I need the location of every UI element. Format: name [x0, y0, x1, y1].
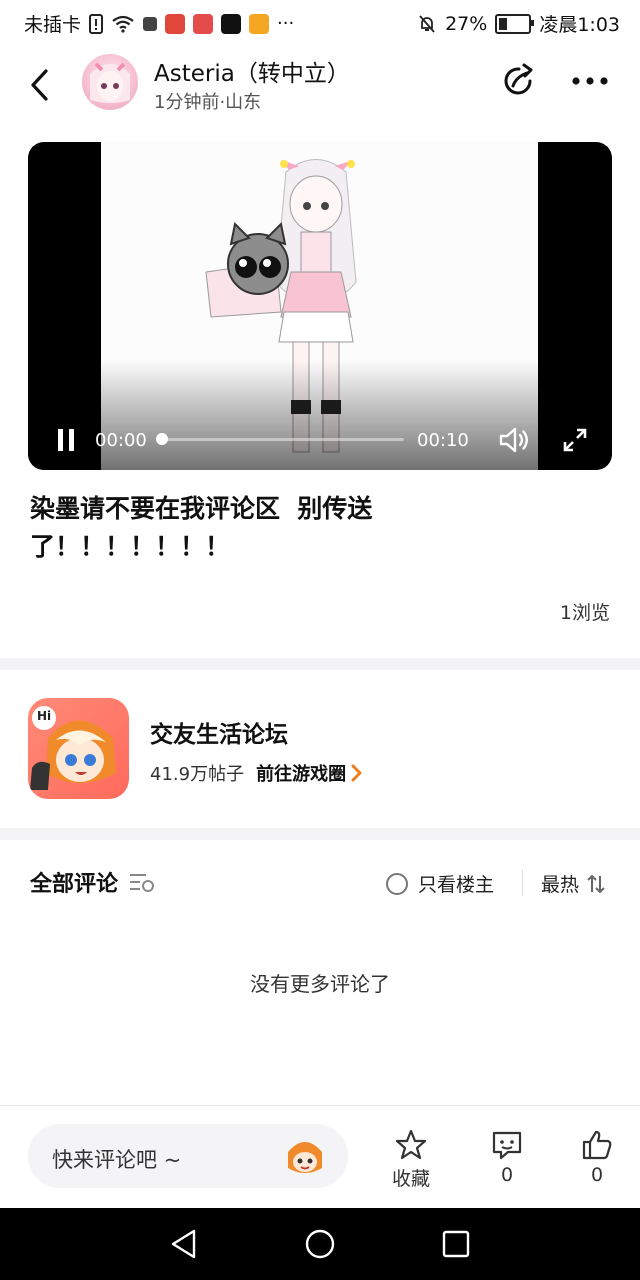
volume-icon[interactable] [498, 426, 530, 454]
notification-square-icon [143, 16, 158, 31]
video-app-icon [249, 13, 270, 34]
status-right: 27% 凌晨1:03 [417, 10, 620, 37]
all-comments-label: 全部评论 [30, 872, 119, 897]
view-count: 1浏览 [559, 602, 610, 624]
forum-post-count: 41.9万帖子 [150, 764, 245, 785]
vertical-separator [522, 870, 523, 896]
more-notifications-icon: ··· [277, 13, 295, 34]
like-count: 0 [590, 1164, 604, 1186]
comment-count-button[interactable]: 0 [477, 1128, 537, 1186]
go-to-forum-label: 前往游戏圈 [256, 764, 347, 785]
more-options-icon[interactable] [570, 75, 610, 87]
comment-filter-icon[interactable] [128, 871, 156, 893]
post-title-line2: 了！！！！！！！ [30, 532, 231, 561]
share-icon[interactable] [500, 62, 538, 100]
current-time: 00:00 [95, 430, 147, 451]
clock-time: 凌晨1:03 [539, 14, 620, 36]
author-name[interactable]: Asteria（转中立） [154, 54, 350, 88]
pause-icon[interactable] [56, 428, 76, 452]
status-left: 未插卡 ··· [24, 10, 294, 37]
favorite-label: 收藏 [391, 1168, 430, 1190]
all-comments-heading: 全部评论 [30, 866, 156, 898]
total-time: 00:10 [417, 430, 469, 451]
system-navigation-bar [0, 1208, 640, 1280]
sort-label: 最热 [541, 874, 580, 896]
only-host-label: 只看楼主 [418, 874, 495, 896]
status-bar: 未插卡 ··· 27% 凌晨1:03 [0, 0, 640, 44]
progress-track[interactable] [160, 438, 404, 441]
comment-count: 0 [500, 1164, 514, 1186]
bottom-bar-divider [0, 1105, 640, 1106]
sim-alert-icon [89, 13, 104, 34]
author-avatar[interactable] [82, 54, 138, 110]
post-time-location: 1分钟前·山东 [154, 92, 262, 113]
book-app-icon [193, 13, 214, 34]
mute-bell-icon [419, 14, 435, 33]
thumbs-up-icon [582, 1130, 612, 1160]
favorite-button[interactable]: 收藏 [381, 1128, 441, 1191]
like-button[interactable]: 0 [567, 1128, 627, 1186]
wifi-icon [112, 15, 134, 33]
chevron-right-icon [351, 764, 362, 782]
app-notification-icon [165, 13, 186, 34]
battery-percent: 27% [445, 12, 488, 35]
nav-recents-icon[interactable] [442, 1230, 470, 1258]
only-host-toggle[interactable]: 只看楼主 [386, 870, 494, 897]
tiktok-app-icon [221, 13, 242, 34]
section-divider [0, 658, 640, 670]
go-to-forum-link[interactable]: 前往游戏圈 [256, 760, 362, 786]
sort-selector[interactable]: 最热 [541, 870, 607, 897]
no-more-comments-text: 没有更多评论了 [250, 972, 390, 996]
mascot-emoji-icon[interactable] [284, 1136, 326, 1176]
fullscreen-icon[interactable] [563, 428, 587, 452]
comment-bubble-icon [492, 1131, 522, 1160]
forum-name[interactable]: 交友生活论坛 [150, 715, 288, 749]
video-player[interactable]: 00:00 00:10 [28, 142, 612, 470]
forum-icon-hi-text: Hi [37, 709, 52, 723]
comment-input-placeholder[interactable]: 快来评论吧 ~ [52, 1144, 181, 1174]
nav-back-icon[interactable] [170, 1228, 198, 1260]
radio-button[interactable] [386, 872, 408, 895]
sort-arrows-icon [587, 874, 605, 893]
avatar-illustration [90, 62, 130, 103]
post-title: 染墨请不要在我评论区 别传送 了！！！！！！！ [30, 490, 450, 566]
star-icon [395, 1129, 427, 1160]
forum-stats: 41.9万帖子 前往游戏圈 [150, 760, 362, 786]
carrier-text: 未插卡 [24, 14, 82, 36]
post-title-line1: 染墨请不要在我评论区 别传送 [30, 494, 373, 523]
battery-icon [495, 13, 535, 34]
nav-home-icon[interactable] [304, 1228, 336, 1260]
section-divider [0, 828, 640, 840]
back-arrow-icon[interactable] [28, 68, 52, 102]
forum-icon[interactable]: Hi [28, 698, 129, 799]
progress-knob[interactable] [156, 433, 168, 445]
